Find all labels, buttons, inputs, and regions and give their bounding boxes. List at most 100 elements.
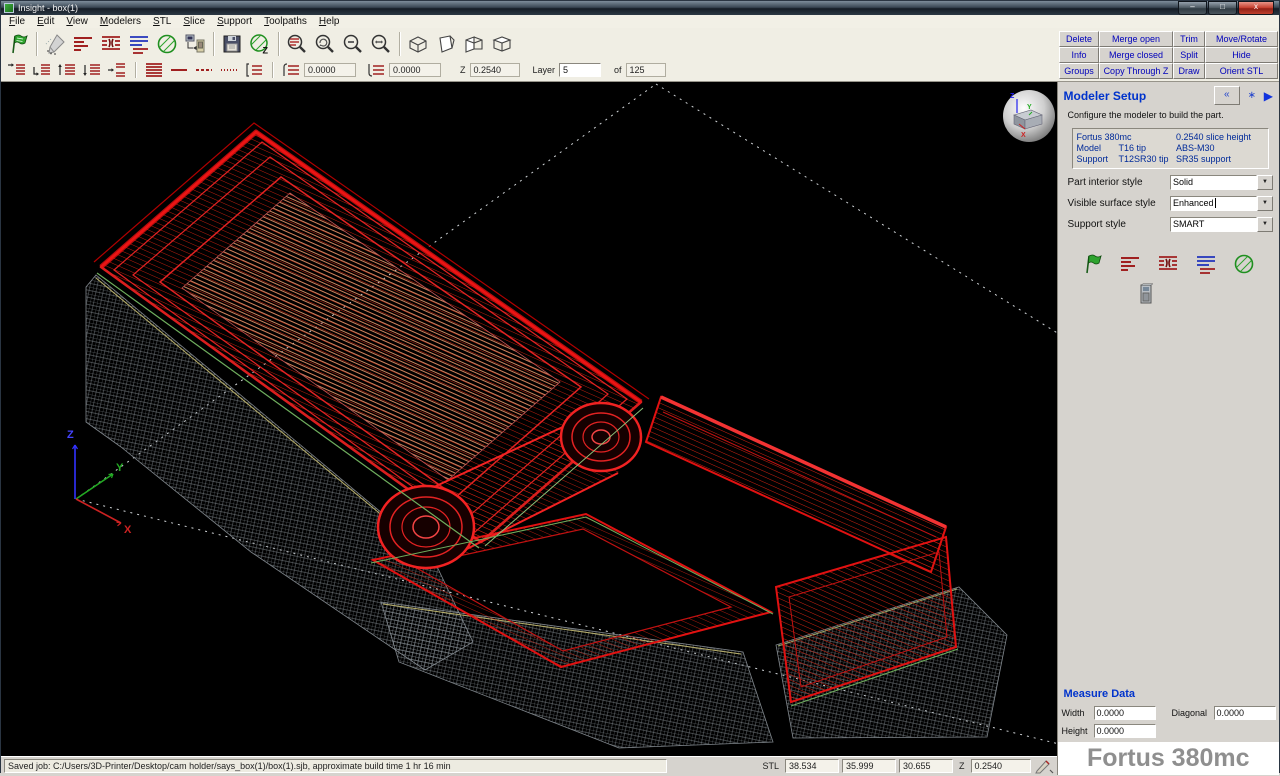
collapse-panel-button[interactable]: «: [1213, 86, 1240, 105]
minimize-button[interactable]: –: [1178, 1, 1207, 15]
measure-data-section: Measure Data Width 0.0000 Diagonal 0.000…: [1062, 688, 1277, 740]
viewport-3d[interactable]: Z Y X Z Y X: [1, 82, 1057, 757]
menu-stl[interactable]: STL: [147, 16, 177, 27]
support-style-value[interactable]: SMART: [1170, 217, 1257, 232]
layer-down-icon[interactable]: [80, 61, 104, 79]
z-height-field: 0.2540: [469, 62, 520, 77]
info-button[interactable]: Info: [1059, 47, 1099, 63]
save-icon[interactable]: [218, 30, 246, 58]
view-bottom-icon[interactable]: [404, 30, 432, 58]
title-bar: Insight - box(1) – □ x: [1, 1, 1279, 15]
toolpath-layers-icon[interactable]: [1118, 252, 1142, 276]
view-shaded-icon[interactable]: [432, 30, 460, 58]
send-to-modeler-icon[interactable]: [181, 30, 209, 58]
diagonal-field[interactable]: 0.0000: [1213, 706, 1276, 720]
top-of-part-icon[interactable]: [279, 61, 303, 79]
dotted-curve-icon[interactable]: [217, 61, 241, 79]
menu-support[interactable]: Support: [211, 16, 258, 27]
menu-file[interactable]: File: [3, 16, 31, 27]
split-button[interactable]: Split: [1173, 47, 1205, 63]
layer-up-icon[interactable]: [55, 61, 79, 79]
view-front-icon[interactable]: [460, 30, 488, 58]
all-curves-icon[interactable]: [142, 61, 166, 79]
layer-total-field: 125: [625, 62, 666, 77]
dashed-curve-icon[interactable]: [192, 61, 216, 79]
merge-open-button[interactable]: Merge open: [1099, 31, 1173, 47]
x-axis-label: X: [124, 524, 132, 536]
edit-toolpaths-icon[interactable]: [1156, 252, 1180, 276]
hide-button[interactable]: Hide: [1205, 47, 1278, 63]
curve-group-icon[interactable]: [242, 61, 266, 79]
groups-button[interactable]: Groups: [1059, 63, 1099, 79]
fill-style-icon[interactable]: [1232, 252, 1256, 276]
zoom-out-icon[interactable]: [339, 30, 367, 58]
pointer-icon[interactable]: [1034, 758, 1054, 774]
stl-label: STL: [762, 761, 780, 772]
chevron-down-icon[interactable]: ▼: [1257, 217, 1273, 232]
part-interior-style-select[interactable]: Solid ▼: [1170, 175, 1273, 190]
trim-button[interactable]: Trim: [1173, 31, 1205, 47]
orientation-sphere[interactable]: Z Y X: [1003, 90, 1055, 142]
part-interior-style-row: Part interior style Solid ▼: [1068, 175, 1273, 190]
group-layers-icon[interactable]: [1194, 252, 1218, 276]
layer-number-input[interactable]: 5: [559, 62, 602, 77]
close-button[interactable]: x: [1238, 1, 1274, 15]
edit-toolpaths-icon[interactable]: [97, 30, 125, 58]
toolpath-layers-icon[interactable]: [69, 30, 97, 58]
modeler-info-box: Fortus 380mc 0.2540 slice height Model T…: [1071, 128, 1269, 169]
visible-surface-style-select[interactable]: Enhanced ▼: [1170, 196, 1273, 211]
go-first-layer-icon[interactable]: [5, 61, 29, 79]
menu-modelers[interactable]: Modelers: [94, 16, 147, 27]
modeler-status-icon[interactable]: [1134, 282, 1279, 306]
zoom-rotate-icon[interactable]: [311, 30, 339, 58]
start-flag-icon[interactable]: [1080, 252, 1104, 276]
top-offset-field[interactable]: 0.0000: [304, 62, 356, 77]
stl-z-field: 30.655: [899, 759, 954, 774]
status-bar: Saved job: C:/Users/3D-Printer/Desktop/c…: [1, 756, 1057, 775]
bottom-offset-field[interactable]: 0.0000: [389, 62, 441, 77]
go-last-layer-icon[interactable]: [30, 61, 54, 79]
part-interior-style-value[interactable]: Solid: [1170, 175, 1257, 190]
nav-y-label: Y: [1027, 104, 1032, 111]
zoom-layer-icon[interactable]: [283, 30, 311, 58]
group-layers-icon[interactable]: [125, 30, 153, 58]
menu-slice[interactable]: Slice: [177, 16, 211, 27]
single-curve-icon[interactable]: [167, 61, 191, 79]
next-step-button[interactable]: ▶: [1264, 90, 1273, 102]
draw-button[interactable]: Draw: [1173, 63, 1205, 79]
zoom-extents-icon[interactable]: [367, 30, 395, 58]
width-field[interactable]: 0.0000: [1093, 706, 1156, 720]
go-to-layer-icon[interactable]: [105, 61, 129, 79]
delete-button[interactable]: Delete: [1059, 31, 1099, 47]
move-rotate-button[interactable]: Move/Rotate: [1205, 31, 1278, 47]
menu-toolpaths[interactable]: Toolpaths: [258, 16, 313, 27]
menu-edit[interactable]: Edit: [31, 16, 60, 27]
height-field[interactable]: 0.0000: [1093, 724, 1156, 738]
orient-stl-button[interactable]: Orient STL: [1205, 63, 1278, 79]
support-label: Support: [1076, 154, 1109, 164]
window-title: Insight - box(1): [18, 3, 79, 13]
support-style-select[interactable]: SMART ▼: [1170, 217, 1273, 232]
part-interior-style-label: Part interior style: [1067, 177, 1143, 188]
panel-options-icon[interactable]: ∗: [1244, 90, 1260, 101]
view-iso-icon[interactable]: [488, 30, 516, 58]
chevron-down-icon[interactable]: ▼: [1257, 196, 1273, 211]
slice-height-value: 0.2540 slice height: [1176, 132, 1252, 142]
chevron-down-icon[interactable]: ▼: [1257, 175, 1273, 190]
merge-closed-button[interactable]: Merge closed: [1099, 47, 1173, 63]
fill-style-icon[interactable]: [153, 30, 181, 58]
visible-surface-style-label: Visible surface style: [1067, 198, 1156, 209]
visible-surface-style-row: Visible surface style Enhanced ▼: [1068, 196, 1273, 211]
bottom-of-part-icon[interactable]: [364, 61, 388, 79]
draw-toolpaths-icon[interactable]: [41, 30, 69, 58]
copy-through-z-button[interactable]: Copy Through Z: [1099, 63, 1173, 79]
slice-z-icon[interactable]: Z: [246, 30, 274, 58]
start-flag-icon[interactable]: [4, 30, 32, 58]
menu-help[interactable]: Help: [313, 16, 346, 27]
separator: [36, 31, 37, 56]
separator: [135, 61, 136, 78]
menu-view[interactable]: View: [60, 16, 94, 27]
visible-surface-style-value[interactable]: Enhanced: [1170, 196, 1257, 211]
maximize-button[interactable]: □: [1208, 1, 1237, 15]
viewport-canvas[interactable]: Z Y X Z Y X: [1, 82, 1057, 756]
